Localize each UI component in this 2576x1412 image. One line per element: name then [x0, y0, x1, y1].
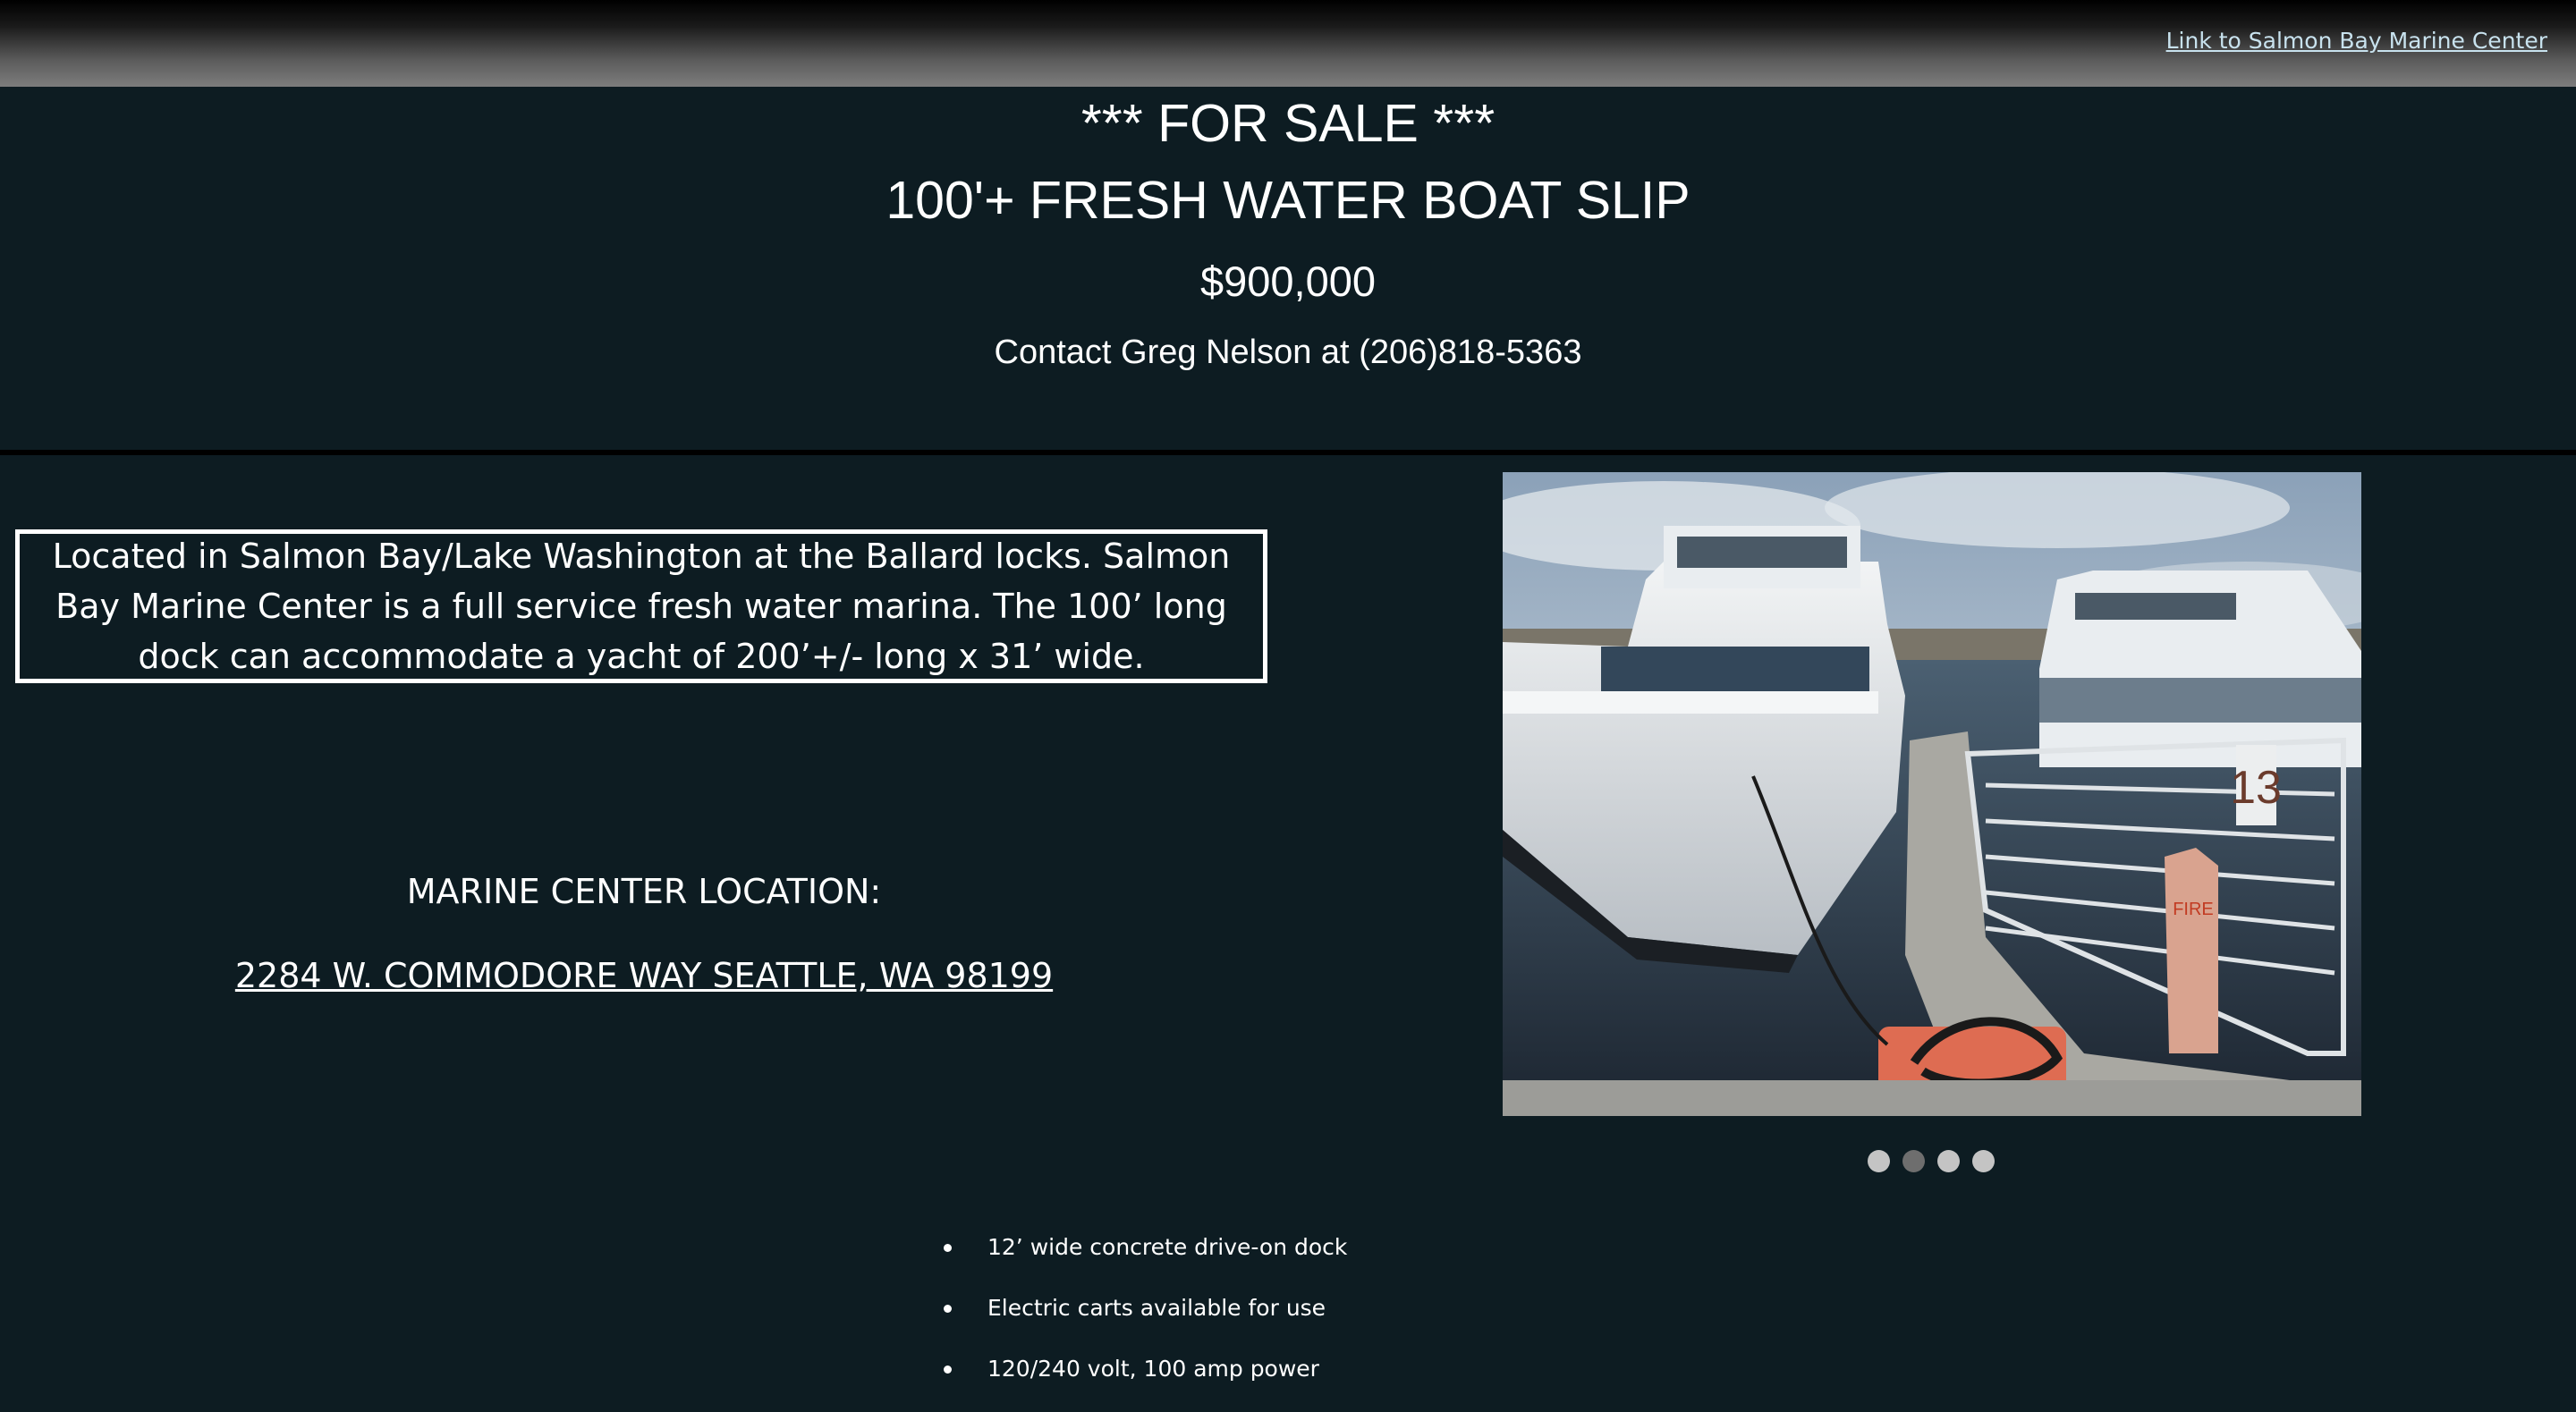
contact-info: Contact Greg Nelson at (206)818-5363	[994, 334, 1582, 371]
marine-center-link[interactable]: Link to Salmon Bay Marine Center	[2166, 28, 2547, 54]
slideshow-dots	[1868, 1150, 1995, 1172]
location-address: 2284 W. COMMODORE WAY SEATTLE, WA 98199	[0, 953, 1288, 998]
list-item: 12’ wide concrete drive-on dock	[944, 1230, 1347, 1290]
slide-dot-2[interactable]	[1902, 1150, 1925, 1172]
bullet-icon	[944, 1244, 952, 1252]
for-sale-banner: *** FOR SALE ***	[1080, 94, 1496, 153]
description-box: Located in Salmon Bay/Lake Washington at…	[15, 529, 1267, 683]
section-divider	[0, 450, 2576, 455]
slip-number-sign: 13	[2230, 762, 2282, 814]
list-item: 120/240 volt, 100 amp power	[944, 1351, 1347, 1412]
bullet-icon	[944, 1305, 952, 1313]
feature-text: 12’ wide concrete drive-on dock	[987, 1234, 1348, 1260]
slide-dot-4[interactable]	[1972, 1150, 1995, 1172]
slideshow-photo[interactable]: 13 FIRE	[1503, 472, 2361, 1116]
feature-list: 12’ wide concrete drive-on dock Electric…	[944, 1230, 1347, 1412]
feature-text: Electric carts available for use	[987, 1295, 1326, 1321]
listing-price: $900,000	[1199, 258, 1377, 305]
bullet-icon	[944, 1365, 952, 1374]
location-label: MARINE CENTER LOCATION:	[406, 872, 882, 911]
address-link[interactable]: 2284 W. COMMODORE WAY SEATTLE, WA 98199	[235, 956, 1053, 995]
top-bar: Link to Salmon Bay Marine Center	[0, 0, 2576, 87]
slide-dot-3[interactable]	[1937, 1150, 1960, 1172]
fire-sign: FIRE	[2173, 900, 2214, 919]
marina-yacht-image: 13 FIRE	[1503, 472, 2361, 1116]
list-item: Electric carts available for use	[944, 1290, 1347, 1351]
listing-title: 100'+ FRESH WATER BOAT SLIP	[886, 171, 1690, 230]
feature-text: 120/240 volt, 100 amp power	[987, 1356, 1319, 1382]
slide-dot-1[interactable]	[1868, 1150, 1890, 1172]
description-text: Located in Salmon Bay/Lake Washington at…	[52, 537, 1231, 676]
